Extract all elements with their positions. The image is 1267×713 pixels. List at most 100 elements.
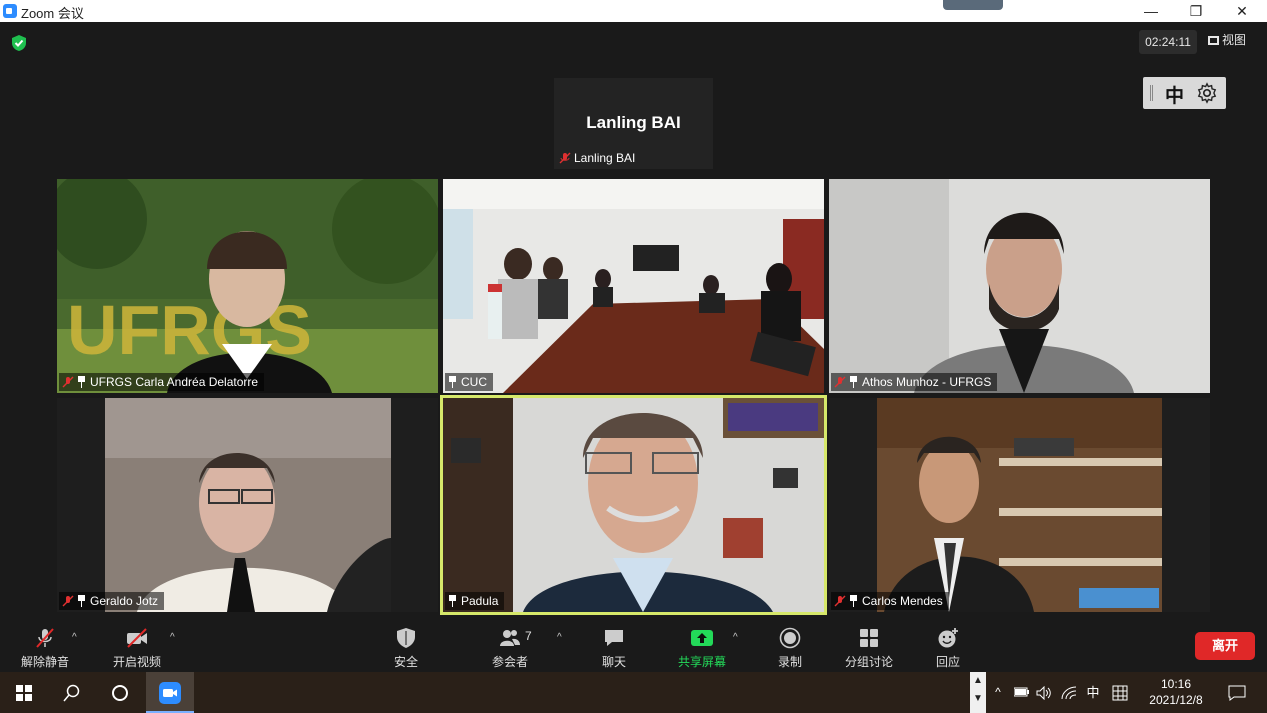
breakout-label: 分组讨论 <box>844 655 893 669</box>
restore-button[interactable]: ❐ <box>1173 0 1219 22</box>
pin-icon <box>449 376 456 388</box>
cortana-button[interactable] <box>96 672 144 713</box>
start-button[interactable] <box>0 672 48 713</box>
muted-mic-icon <box>834 595 846 607</box>
video-feed: UFRGS <box>57 179 438 393</box>
participant-nametag: CUC <box>445 373 493 391</box>
participant-tile[interactable]: UFRGS UFRGS Carla Andréa Delatorre <box>57 179 438 393</box>
video-feed <box>443 179 824 393</box>
close-button[interactable]: ✕ <box>1219 0 1265 22</box>
ime-mode-button[interactable] <box>1108 672 1132 713</box>
participant-name: Carlos Mendes <box>862 594 943 608</box>
network-tray-button[interactable] <box>1058 672 1080 713</box>
participant-name: Athos Munhoz - UFRGS <box>862 375 992 389</box>
breakout-rooms-button[interactable]: 分组讨论 <box>829 622 909 672</box>
share-screen-button[interactable]: 共享屏幕 <box>662 622 742 672</box>
chevron-up-icon: ^ <box>170 632 175 643</box>
participant-nametag: Athos Munhoz - UFRGS <box>831 373 998 391</box>
participant-nametag: Padula <box>445 592 505 610</box>
search-icon <box>63 684 80 702</box>
chevron-up-icon: ^ <box>995 685 1001 699</box>
chevron-up-icon: ^ <box>733 632 738 643</box>
window-titlebar: Zoom 会议 — ❐ ✕ <box>0 0 1267 22</box>
share-options-caret[interactable]: ^ <box>733 622 745 672</box>
chat-bubble-icon <box>605 630 623 646</box>
pin-icon <box>78 376 85 388</box>
battery-tray-button[interactable] <box>1012 672 1032 713</box>
participant-tile[interactable]: Athos Munhoz - UFRGS <box>829 179 1210 393</box>
chat-label: 聊天 <box>601 655 626 669</box>
drag-handle-icon[interactable] <box>1150 85 1153 101</box>
participant-name: CUC <box>461 375 487 389</box>
meeting-timer: 02:24:11 <box>1139 30 1197 54</box>
participant-name: Geraldo Jotz <box>90 594 159 608</box>
view-button[interactable]: 视图 <box>1208 32 1246 48</box>
active-speaker-tag-label: Lanling BAI <box>574 151 636 165</box>
clock-time: 10:16 <box>1160 677 1192 691</box>
battery-icon <box>1014 687 1029 697</box>
participant-tile[interactable]: Carlos Mendes <box>829 398 1210 612</box>
muted-mic-icon <box>62 595 74 607</box>
active-speaker-tile[interactable]: Lanling BAI Lanling BAI <box>554 78 713 169</box>
zoom-taskbar-button[interactable] <box>146 672 194 713</box>
grid-view-icon <box>1208 36 1219 45</box>
keyboard-layout-icon <box>1112 685 1128 701</box>
pin-icon <box>850 595 857 607</box>
wifi-icon <box>1061 686 1077 700</box>
video-off-icon <box>127 628 147 648</box>
reactions-button[interactable]: 回应 <box>908 622 988 672</box>
meeting-stage: 02:24:11 视图 中 Lanling BAI Lanling BAI UF… <box>0 22 1267 622</box>
chat-button[interactable]: 聊天 <box>574 622 654 672</box>
leave-meeting-button[interactable]: 离开 <box>1195 632 1255 660</box>
participant-nametag: Geraldo Jotz <box>59 592 165 610</box>
participant-tile[interactable]: Geraldo Jotz <box>57 398 438 612</box>
participants-options-caret[interactable]: ^ <box>557 622 569 672</box>
ime-indicator[interactable]: 中 <box>1082 672 1104 713</box>
security-shield-icon[interactable] <box>11 34 27 52</box>
action-center-button[interactable] <box>1222 672 1252 713</box>
share-screen-label: 共享屏幕 <box>677 655 726 669</box>
chevron-down-icon[interactable]: ▼ <box>970 690 986 708</box>
volume-tray-button[interactable] <box>1034 672 1054 713</box>
participants-icon <box>500 630 520 646</box>
active-speaker-name: Lanling BAI <box>586 113 681 132</box>
minimize-button[interactable]: — <box>1128 0 1174 22</box>
cortana-circle-icon <box>112 685 128 701</box>
chevron-up-icon: ^ <box>557 632 562 643</box>
record-button[interactable]: 录制 <box>750 622 830 672</box>
participant-nametag: Carlos Mendes <box>831 592 949 610</box>
gear-icon[interactable] <box>1196 82 1218 104</box>
video-feed <box>57 398 438 612</box>
search-button[interactable] <box>48 672 96 713</box>
language-interpretation-panel[interactable]: 中 <box>1143 77 1226 109</box>
reactions-label: 回应 <box>935 655 960 669</box>
language-indicator[interactable]: 中 <box>1165 81 1184 108</box>
participant-name: UFRGS Carla Andréa Delatorre <box>90 375 259 389</box>
participant-tile-speaking[interactable]: Padula <box>440 395 827 615</box>
pin-icon <box>850 376 857 388</box>
show-hidden-icons-button[interactable]: ^ <box>990 672 1006 713</box>
muted-mic-icon <box>62 376 74 388</box>
zoom-app-icon <box>3 4 17 18</box>
participant-tile[interactable]: CUC <box>443 179 824 393</box>
muted-mic-icon <box>834 376 846 388</box>
speaker-icon <box>1036 686 1051 700</box>
video-feed <box>443 398 824 612</box>
windows-logo-icon <box>16 685 32 701</box>
share-screen-icon <box>691 630 713 646</box>
security-button[interactable]: 安全 <box>366 622 446 672</box>
windows-taskbar: ▲ ▼ ^ 中 10:16 2021/12/8 <box>0 672 1267 713</box>
taskbar-clock[interactable]: 10:16 2021/12/8 <box>1140 676 1212 708</box>
zoom-app-icon <box>159 682 181 704</box>
floating-control-handle[interactable] <box>943 0 1003 10</box>
chevron-up-icon: ^ <box>72 632 77 643</box>
video-options-caret[interactable]: ^ <box>170 622 182 672</box>
audio-options-caret[interactable]: ^ <box>72 622 84 672</box>
scroll-control[interactable]: ▲ ▼ <box>970 672 986 713</box>
chevron-up-icon[interactable]: ▲ <box>970 672 986 690</box>
security-label: 安全 <box>393 655 418 669</box>
clock-date: 2021/12/8 <box>1149 693 1203 707</box>
start-video-button[interactable]: 开启视频 <box>97 622 177 672</box>
participants-button[interactable]: 7 参会者 <box>470 622 550 672</box>
notification-icon <box>1228 685 1246 701</box>
